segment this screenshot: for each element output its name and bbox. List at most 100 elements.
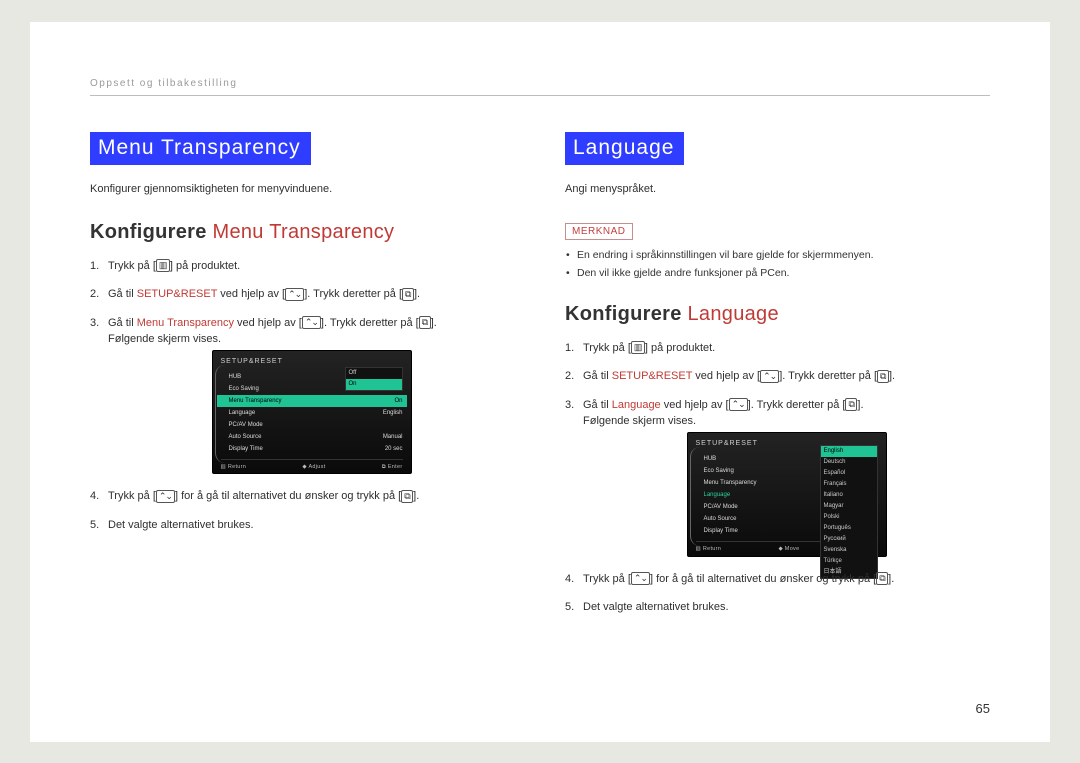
- osd-row: Auto SourceManual: [221, 431, 403, 443]
- step-2: 2. Gå til SETUP&RESET ved hjelp av []. T…: [565, 368, 990, 385]
- osd-option: Polski: [821, 512, 877, 523]
- left-column: Menu Transparency Konfigurer gjennomsikt…: [90, 132, 515, 628]
- step-text: ]. Trykk deretter på [: [779, 370, 877, 382]
- note-badge: MERKNAD: [565, 223, 633, 240]
- step-text: Følgende skjerm vises.: [108, 333, 221, 345]
- step-4: 4. Trykk på [] for å gå til alternativet…: [565, 571, 990, 588]
- updown-icon: [760, 370, 779, 383]
- osd-foot-return: ▥ Return: [696, 545, 722, 553]
- step-text: ved hjelp av [: [217, 288, 285, 300]
- updown-icon: [631, 572, 650, 585]
- sub-head-red: Menu Transparency: [213, 221, 395, 243]
- step-2: 2. Gå til SETUP&RESET ved hjelp av []. T…: [90, 286, 515, 303]
- steps-list: 1. Trykk på [] på produktet. 2. Gå til S…: [565, 340, 990, 616]
- osd-foot-enter: ⧉ Enter: [382, 463, 403, 471]
- osd-option: English: [821, 446, 877, 457]
- step-5: 5. Det valgte alternativet brukes.: [565, 599, 990, 616]
- step-text: Gå til: [583, 399, 612, 411]
- enter-icon: [401, 490, 413, 503]
- steps-list: 1. Trykk på [] på produktet. 2. Gå til S…: [90, 258, 515, 534]
- updown-icon: [156, 490, 175, 503]
- step-text: ]. Trykk deretter på [: [321, 317, 419, 329]
- step-text: Trykk på [: [583, 342, 631, 354]
- osd-option: Русский: [821, 534, 877, 545]
- step-text: Følgende skjerm vises.: [583, 415, 696, 427]
- step-text: ].: [413, 490, 419, 502]
- page-number: 65: [976, 701, 990, 716]
- step-text: ]. Trykk deretter på [: [748, 399, 846, 411]
- osd-option: Italiano: [821, 490, 877, 501]
- enter-icon: [876, 572, 888, 585]
- step-3: 3. Gå til Menu Transparency ved hjelp av…: [90, 315, 515, 475]
- step-text: Trykk på [: [108, 490, 156, 502]
- updown-icon: [729, 398, 748, 411]
- step-text: ].: [889, 370, 895, 382]
- osd-option: On: [346, 379, 402, 390]
- osd-screenshot-transparency: SETUP&RESET HUBEco SavingOffMenu Transpa…: [212, 350, 412, 475]
- step-text: ]. Trykk deretter på [: [304, 288, 402, 300]
- osd-row: Display Time20 sec: [221, 443, 403, 455]
- osd-options: OffOn: [345, 367, 403, 391]
- osd-footer: ▥ Return ◆ Adjust ⧉ Enter: [221, 459, 403, 471]
- osd-option: Svenska: [821, 545, 877, 556]
- osd-screenshot-language: SETUP&RESET HUBEco SavingMenu Transparen…: [687, 432, 887, 557]
- step-5: 5. Det valgte alternativet brukes.: [90, 517, 515, 534]
- osd-option: Off: [346, 368, 402, 379]
- step-red: SETUP&RESET: [612, 370, 693, 382]
- step-text: Gå til: [583, 370, 612, 382]
- step-text: ].: [857, 399, 863, 411]
- sub-head-bold: Konfigurere: [90, 221, 207, 243]
- osd-foot-move: ◆ Move: [778, 545, 799, 553]
- step-text: ] på produktet.: [170, 260, 240, 272]
- step-text: Trykk på [: [583, 573, 631, 585]
- note-item: En endring i språkinnstillingen vil bare…: [565, 248, 990, 263]
- right-column: Language Angi menyspråket. MERKNAD En en…: [565, 132, 990, 628]
- breadcrumb: Oppsett og tilbakestilling: [90, 78, 990, 96]
- step-text: ] for å gå til alternativet du ønsker og…: [650, 573, 876, 585]
- step-text: Trykk på [: [108, 260, 156, 272]
- note-item: Den vil ikke gjelde andre funksjoner på …: [565, 266, 990, 281]
- enter-icon: [419, 316, 431, 329]
- step-red: Language: [612, 399, 661, 411]
- sub-heading: Konfigurere Menu Transparency: [90, 221, 515, 244]
- step-text: ] for å gå til alternativet du ønsker og…: [175, 490, 401, 502]
- step-1: 1. Trykk på [] på produktet.: [565, 340, 990, 357]
- menu-icon: [631, 341, 645, 354]
- step-3: 3. Gå til Language ved hjelp av []. Tryk…: [565, 397, 990, 557]
- osd-row: LanguageEnglish: [221, 407, 403, 419]
- osd-foot-adjust: ◆ Adjust: [302, 463, 325, 471]
- step-text: ].: [431, 317, 437, 329]
- step-text: Det valgte alternativet brukes.: [108, 519, 254, 531]
- manual-page: Oppsett og tilbakestilling Menu Transpar…: [30, 22, 1050, 742]
- step-text: Gå til: [108, 288, 137, 300]
- updown-icon: [302, 316, 321, 329]
- osd-foot-return: ▥ Return: [221, 463, 247, 471]
- osd-row: Menu TransparencyOn: [217, 395, 407, 407]
- intro-text: Konfigurer gjennomsiktigheten for menyvi…: [90, 183, 515, 195]
- step-text: ].: [888, 573, 894, 585]
- step-text: Gå til: [108, 317, 137, 329]
- intro-text: Angi menyspråket.: [565, 183, 990, 195]
- section-title-menu-transparency: Menu Transparency: [90, 132, 311, 165]
- step-text: ved hjelp av [: [234, 317, 302, 329]
- osd-option: Français: [821, 479, 877, 490]
- section-title-language: Language: [565, 132, 684, 165]
- two-column-layout: Menu Transparency Konfigurer gjennomsikt…: [90, 132, 990, 628]
- osd-title: SETUP&RESET: [221, 357, 403, 368]
- note-list: En endring i språkinnstillingen vil bare…: [565, 248, 990, 281]
- updown-icon: [285, 288, 304, 301]
- step-text: ].: [414, 288, 420, 300]
- step-text: ved hjelp av [: [661, 399, 729, 411]
- osd-option: Magyar: [821, 501, 877, 512]
- step-red: Menu Transparency: [137, 317, 234, 329]
- sub-heading: Konfigurere Language: [565, 303, 990, 326]
- osd-option: Türkçe: [821, 556, 877, 567]
- sub-head-bold: Konfigurere: [565, 303, 682, 325]
- osd-options: EnglishDeutschEspañolFrançaisItalianoMag…: [820, 445, 878, 579]
- step-red: SETUP&RESET: [137, 288, 218, 300]
- enter-icon: [877, 370, 889, 383]
- step-text: ] på produktet.: [645, 342, 715, 354]
- enter-icon: [845, 398, 857, 411]
- menu-icon: [156, 259, 170, 272]
- enter-icon: [402, 288, 414, 301]
